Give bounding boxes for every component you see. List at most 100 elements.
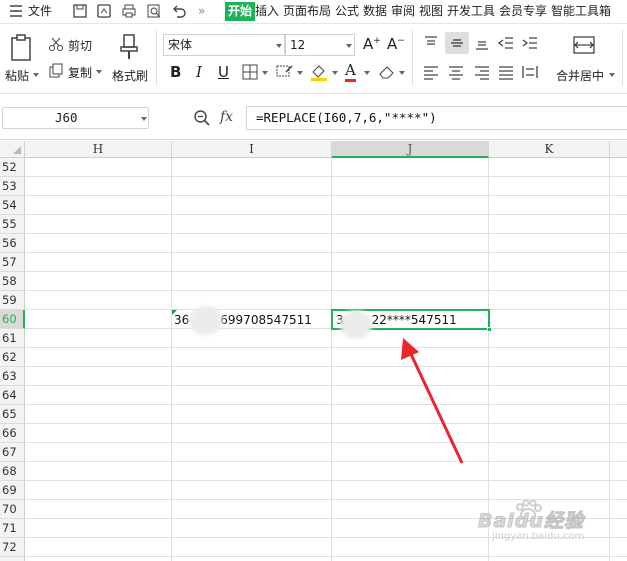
cell-style-dropdown-icon[interactable] [297, 71, 303, 75]
font-color-dropdown-icon[interactable] [364, 71, 370, 75]
row-header-64[interactable]: 64 [0, 386, 25, 405]
distributed-align-icon[interactable] [521, 63, 539, 81]
row-header-62[interactable]: 62 [0, 348, 25, 367]
tab-data[interactable]: 数据 [363, 3, 387, 19]
tab-member[interactable]: 会员专享 [499, 3, 547, 19]
align-right-icon[interactable] [473, 63, 491, 81]
increase-indent-icon[interactable] [521, 34, 539, 52]
clear-format-icon[interactable] [378, 64, 396, 80]
underline-icon[interactable]: U [218, 63, 229, 81]
copy-button[interactable]: 复制 [68, 64, 92, 81]
row-header-55[interactable]: 55 [0, 215, 25, 234]
name-box-value: J60 [55, 110, 78, 125]
paste-dropdown-icon[interactable] [33, 73, 39, 77]
row-header-68[interactable]: 68 [0, 462, 25, 481]
select-all-corner[interactable] [0, 141, 25, 158]
tab-insert[interactable]: 插入 [255, 3, 279, 19]
borders-dropdown-icon[interactable] [262, 71, 268, 75]
formula-input[interactable]: =REPLACE(I60,7,6,"****") [246, 106, 627, 130]
ribbon-separator [156, 30, 157, 86]
align-top-icon[interactable] [422, 34, 440, 52]
tab-smart-toolbox[interactable]: 智能工具箱 [551, 3, 611, 19]
paste-icon[interactable] [9, 34, 35, 62]
print-preview-icon[interactable] [146, 3, 162, 19]
export-pdf-icon[interactable] [96, 3, 112, 19]
tab-developer[interactable]: 开发工具 [447, 3, 495, 19]
font-name-dropdown-icon[interactable] [276, 44, 282, 48]
row-header-60[interactable]: 60 [0, 310, 25, 329]
privacy-blur-mask [189, 306, 223, 335]
fill-color-icon[interactable] [309, 62, 329, 82]
row-header-71[interactable]: 71 [0, 519, 25, 538]
justify-icon[interactable] [497, 63, 515, 81]
italic-icon[interactable]: I [196, 63, 202, 81]
more-commands-icon[interactable]: » [198, 3, 205, 19]
row-header-67[interactable]: 67 [0, 443, 25, 462]
fill-handle[interactable] [487, 327, 492, 332]
row-header-57[interactable]: 57 [0, 253, 25, 272]
tab-page-layout[interactable]: 页面布局 [283, 3, 331, 19]
row-header-54[interactable]: 54 [0, 196, 25, 215]
row-header-69[interactable]: 69 [0, 481, 25, 500]
undo-icon[interactable] [171, 3, 187, 19]
merge-center-icon [573, 36, 595, 54]
row-gridline [25, 385, 627, 386]
clear-format-dropdown-icon[interactable] [399, 71, 405, 75]
fill-color-dropdown-icon[interactable] [332, 71, 338, 75]
tab-view[interactable]: 视图 [419, 3, 443, 19]
bold-icon[interactable]: B [170, 63, 181, 81]
row-gridline [25, 366, 627, 367]
tab-home[interactable]: 开始 [225, 2, 256, 21]
row-header-66[interactable]: 66 [0, 424, 25, 443]
name-box-dropdown-icon[interactable] [141, 117, 147, 121]
row-gridline [25, 252, 627, 253]
row-gridline [25, 556, 627, 557]
align-center-icon[interactable] [447, 63, 465, 81]
row-header-59[interactable]: 59 [0, 291, 25, 310]
watermark: Baidu经验 jingyan.baidu.com [478, 498, 618, 548]
cut-button[interactable]: 剪切 [68, 37, 92, 54]
column-header-h[interactable]: H [25, 141, 172, 158]
copy-dropdown-icon[interactable] [96, 70, 102, 74]
cell-style-icon[interactable] [276, 64, 294, 80]
font-size-select[interactable]: 12 [285, 34, 355, 56]
font-color-icon[interactable]: A [345, 61, 356, 82]
insert-function-button[interactable]: fx [220, 109, 233, 125]
format-painter-button[interactable]: 格式刷 [112, 67, 148, 84]
font-size-dropdown-icon[interactable] [346, 44, 352, 48]
align-bottom-icon[interactable] [473, 34, 491, 52]
hamburger-menu-icon[interactable] [8, 3, 24, 19]
print-icon[interactable] [121, 3, 137, 19]
zoom-search-icon[interactable] [193, 109, 211, 127]
align-middle-button[interactable] [445, 32, 469, 54]
ribbon-separator [622, 30, 623, 86]
name-box[interactable]: J60 [2, 107, 149, 129]
paste-button[interactable]: 粘贴 [5, 67, 29, 84]
column-header-i[interactable]: I [172, 141, 332, 158]
row-header-65[interactable]: 65 [0, 405, 25, 424]
merge-center-dropdown-icon[interactable] [609, 73, 615, 77]
row-header-63[interactable]: 63 [0, 367, 25, 386]
row-gridline [25, 290, 627, 291]
tab-review[interactable]: 审阅 [391, 3, 415, 19]
column-header-k[interactable]: K [489, 141, 610, 158]
font-name-select[interactable]: 宋体 [163, 34, 285, 56]
merge-center-button[interactable]: 合并居中 [556, 67, 604, 84]
row-header-56[interactable]: 56 [0, 234, 25, 253]
menu-file[interactable]: 文件 [28, 3, 52, 19]
align-left-icon[interactable] [422, 63, 440, 81]
row-header-58[interactable]: 58 [0, 272, 25, 291]
increase-font-size-icon[interactable]: A+ [363, 35, 381, 53]
row-gridline [25, 404, 627, 405]
tab-formulas[interactable]: 公式 [335, 3, 359, 19]
decrease-font-size-icon[interactable]: A− [387, 35, 405, 53]
save-icon[interactable] [72, 3, 88, 19]
row-header-52[interactable]: 52 [0, 158, 25, 177]
row-header-53[interactable]: 53 [0, 177, 25, 196]
borders-icon[interactable] [242, 64, 258, 80]
row-header-70[interactable]: 70 [0, 500, 25, 519]
column-header-j-active[interactable]: J [332, 141, 489, 158]
row-header-61[interactable]: 61 [0, 329, 25, 348]
decrease-indent-icon[interactable] [497, 34, 515, 52]
row-header-72[interactable]: 72 [0, 538, 25, 557]
